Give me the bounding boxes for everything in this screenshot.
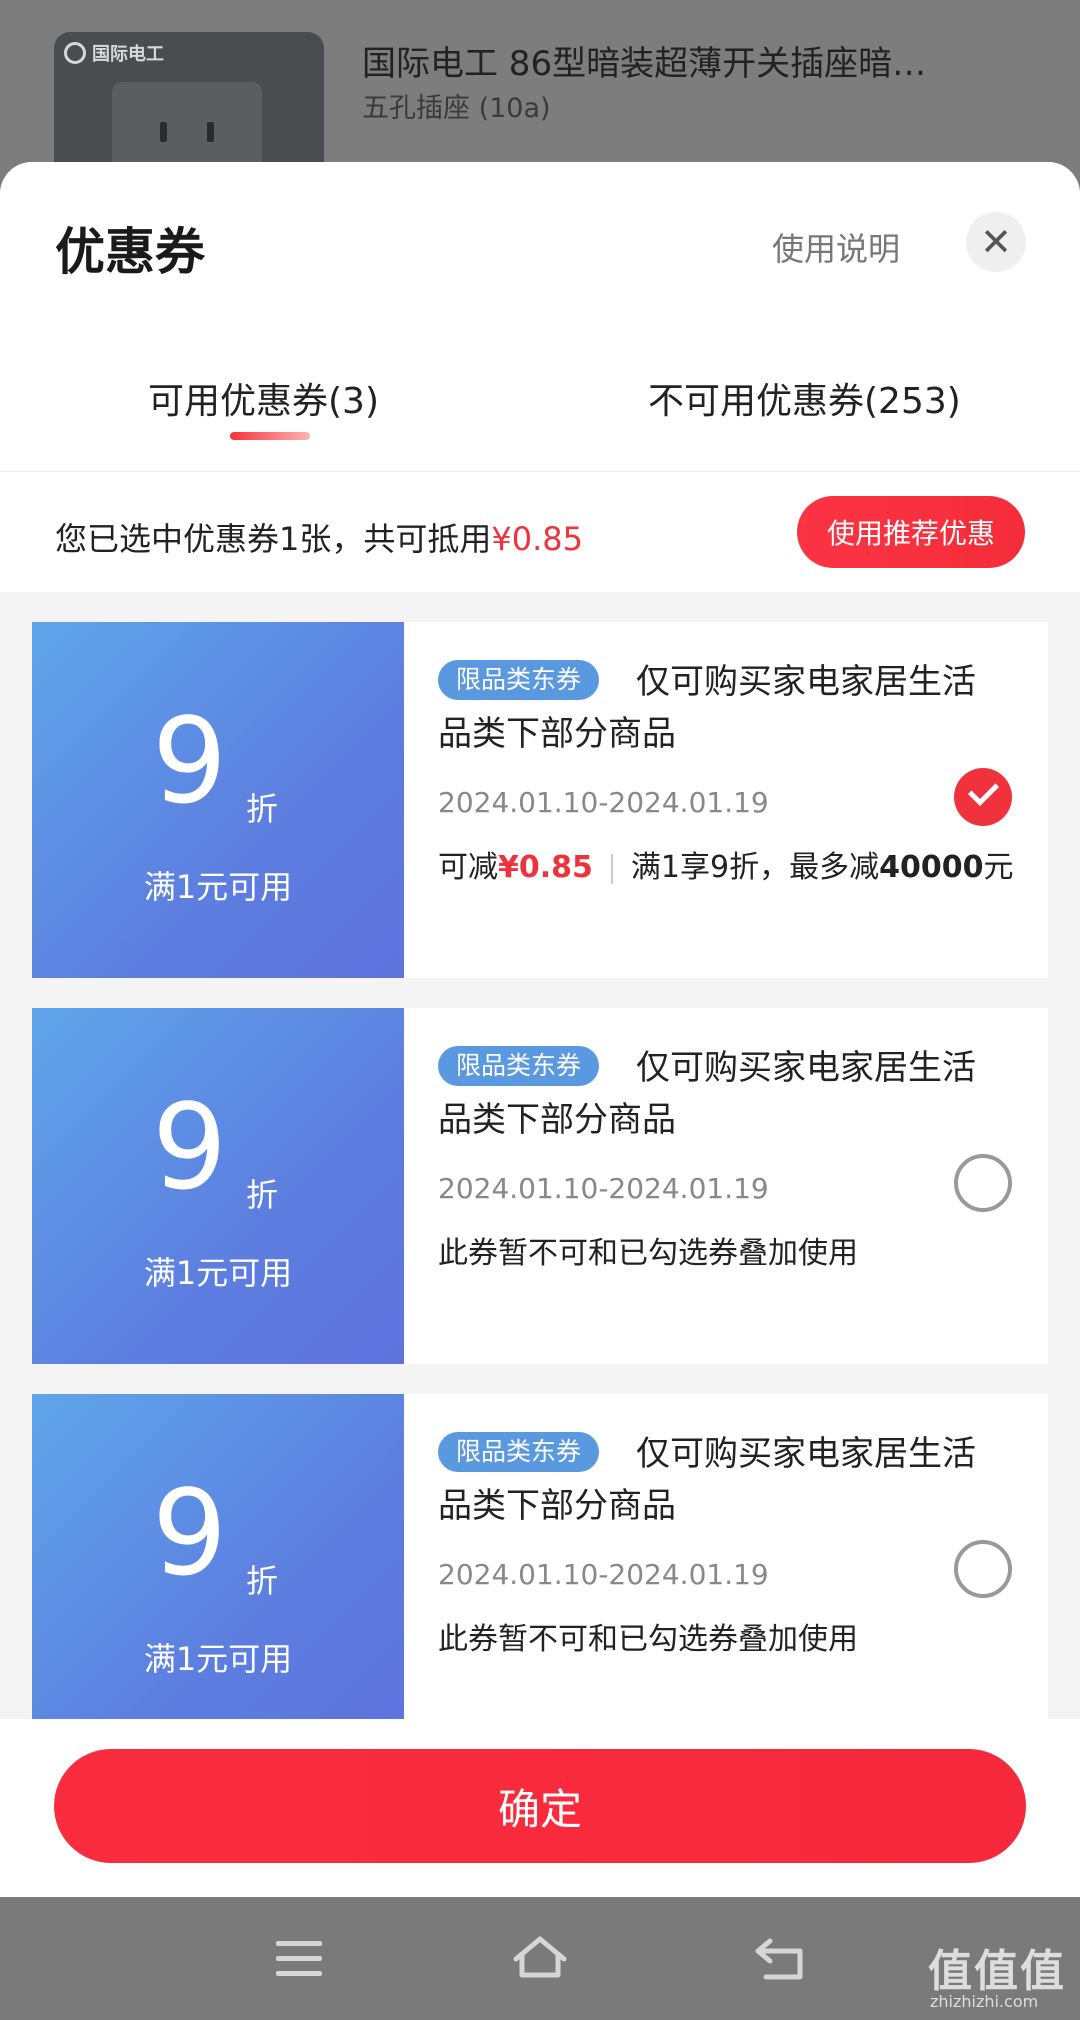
- socket-hole: [160, 122, 167, 142]
- usage-help-link[interactable]: 使用说明: [772, 224, 900, 270]
- coupon-stack-note: 此券暂不可和已勾选券叠加使用: [438, 1236, 858, 1271]
- discount-value: 9: [152, 692, 228, 830]
- watermark-text: 值值值: [928, 1946, 1066, 1997]
- coupon-detail: 仅可购买家电家居生活品类下部分商品 限品类东券 2024.01.10-2024.…: [404, 622, 1048, 978]
- tab-unavailable-coupons[interactable]: 不可用优惠券(253): [648, 372, 961, 424]
- coupon-category-tag: 限品类东券: [438, 1432, 600, 1472]
- product-title: 国际电工 86型暗装超薄开关插座暗…: [362, 44, 927, 84]
- savings-amount: ¥0.85: [498, 850, 593, 885]
- tab-available-coupons[interactable]: 可用优惠券(3): [148, 372, 379, 424]
- perforated-edge: [26, 1018, 38, 1354]
- coupon-card[interactable]: 9 折 满1元可用 仅可购买家电家居生活品类下部分商品 限品类东券 2024.0…: [26, 1394, 1048, 1750]
- system-nav-bar: [0, 1897, 1080, 2020]
- coupon-card[interactable]: 9 折 满1元可用 仅可购买家电家居生活品类下部分商品 限品类东券 2024.0…: [26, 1008, 1048, 1364]
- coupon-threshold: 满1元可用: [143, 868, 293, 906]
- coupon-threshold: 满1元可用: [143, 1254, 293, 1292]
- confirm-button[interactable]: 确定: [54, 1749, 1026, 1863]
- selection-summary: 您已选中优惠券1张，共可抵用¥0.85 使用推荐优惠: [0, 472, 1080, 592]
- sheet-header: 优惠券 使用说明 ✕ 可用优惠券(3) 不可用优惠券(253): [0, 162, 1080, 472]
- savings-max: 40000: [879, 850, 984, 885]
- coupon-detail: 仅可购买家电家居生活品类下部分商品 限品类东券 2024.01.10-2024.…: [404, 1394, 1048, 1750]
- summary-label: 您已选中优惠券1张，共可抵用: [55, 520, 492, 558]
- discount-unit: 折: [246, 1176, 279, 1214]
- confirm-bar: 确定: [0, 1719, 1080, 1897]
- coupon-sheet: 优惠券 使用说明 ✕ 可用优惠券(3) 不可用优惠券(253) 您已选中优惠券1…: [0, 162, 1080, 1897]
- use-recommended-button[interactable]: 使用推荐优惠: [797, 496, 1025, 568]
- coupon-category-tag: 限品类东券: [438, 660, 600, 700]
- coupon-savings-note: 可减¥0.85 满1享9折，最多减40000元: [438, 842, 1013, 886]
- coupon-detail: 仅可购买家电家居生活品类下部分商品 限品类东券 2024.01.10-2024.…: [404, 1008, 1048, 1364]
- coupon-value-panel: 9 折 满1元可用: [26, 622, 404, 978]
- close-icon: ✕: [980, 220, 1012, 264]
- coupon-checkbox-unchecked-icon[interactable]: [954, 1154, 1012, 1212]
- note-separator: [610, 853, 613, 884]
- coupon-date-range: 2024.01.10-2024.01.19: [438, 786, 769, 819]
- discount-unit: 折: [246, 1562, 279, 1600]
- close-button[interactable]: ✕: [966, 212, 1026, 272]
- discount-unit: 折: [246, 790, 279, 828]
- watermark-url: zhizhizhi.com: [930, 1992, 1039, 2011]
- brand-logo: 国际电工: [64, 40, 164, 66]
- coupon-card[interactable]: 9 折 满1元可用 仅可购买家电家居生活品类下部分商品 限品类东券 2024.0…: [26, 622, 1048, 978]
- socket-hole: [207, 122, 214, 142]
- product-spec: 五孔插座 (10a): [362, 93, 551, 124]
- menu-icon[interactable]: [276, 1939, 322, 1979]
- coupon-date-range: 2024.01.10-2024.01.19: [438, 1558, 769, 1591]
- coupon-category-tag: 限品类东券: [438, 1046, 600, 1086]
- coupon-date-range: 2024.01.10-2024.01.19: [438, 1172, 769, 1205]
- discount-value: 9: [152, 1078, 228, 1216]
- active-tab-indicator: [230, 432, 310, 440]
- savings-unit: 元: [983, 850, 1014, 885]
- coupon-threshold: 满1元可用: [143, 1640, 293, 1678]
- summary-amount: ¥0.85: [491, 520, 583, 558]
- perforated-edge: [26, 632, 38, 968]
- savings-prefix: 可减: [438, 850, 498, 885]
- perforated-edge: [26, 1404, 38, 1740]
- discount-value: 9: [152, 1464, 228, 1602]
- coupon-checkbox-checked-icon[interactable]: [954, 768, 1012, 826]
- coupon-checkbox-unchecked-icon[interactable]: [954, 1540, 1012, 1598]
- coupon-stack-note: 此券暂不可和已勾选券叠加使用: [438, 1622, 858, 1657]
- brand-logo-icon: [64, 42, 86, 64]
- savings-rule: 满1享9折，最多减: [630, 850, 880, 885]
- summary-text: 您已选中优惠券1张，共可抵用¥0.85: [55, 514, 583, 560]
- coupon-value-panel: 9 折 满1元可用: [26, 1008, 404, 1364]
- back-icon[interactable]: [752, 1935, 808, 1985]
- coupon-value-panel: 9 折 满1元可用: [26, 1394, 404, 1750]
- sheet-title: 优惠券: [55, 223, 205, 281]
- brand-logo-text: 国际电工: [92, 44, 164, 65]
- home-icon[interactable]: [512, 1935, 568, 1985]
